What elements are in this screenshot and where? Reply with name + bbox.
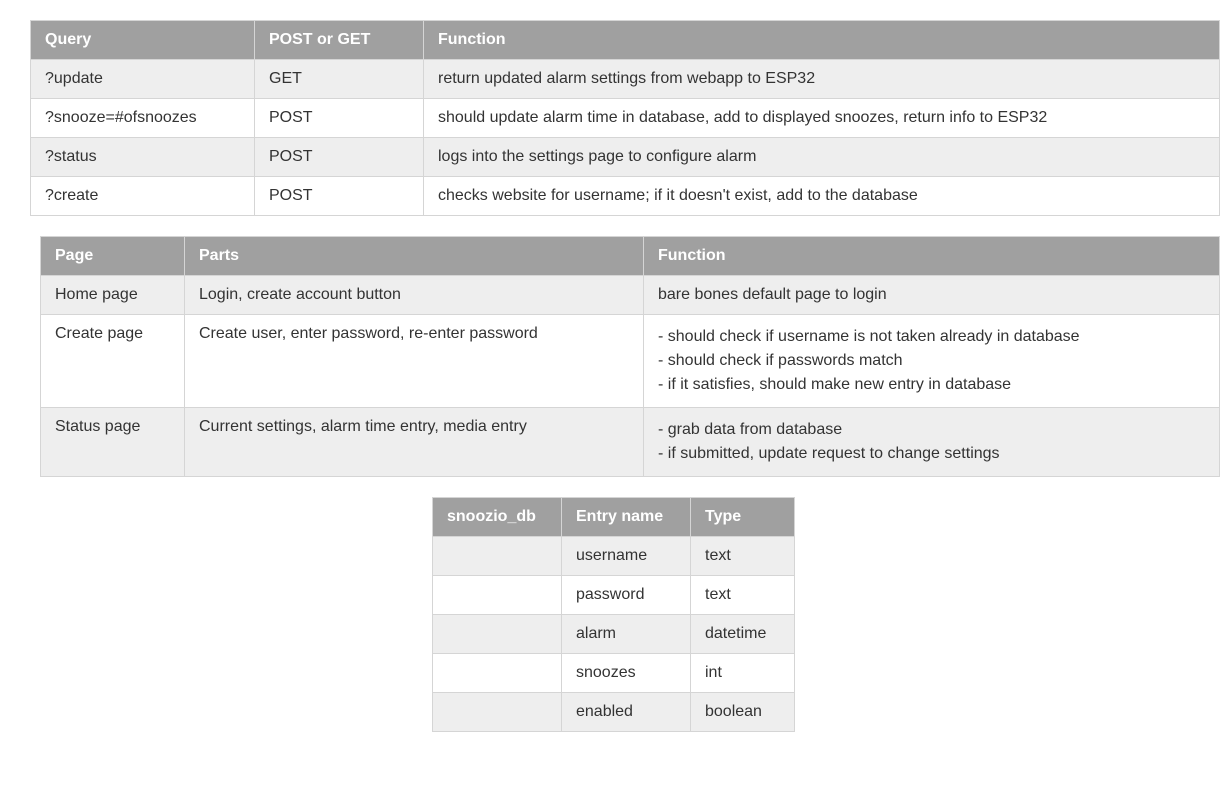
table-cell (433, 654, 562, 693)
table-cell: GET (255, 60, 424, 99)
table-cell: enabled (562, 693, 691, 732)
table-cell: datetime (691, 615, 795, 654)
table-cell: password (562, 576, 691, 615)
pages-table: Page Parts Function Home pageLogin, crea… (40, 236, 1220, 477)
table-cell (433, 693, 562, 732)
function-line: - should check if username is not taken … (658, 325, 1205, 349)
table-cell: logs into the settings page to configure… (424, 138, 1220, 177)
pages-body: Home pageLogin, create account buttonbar… (41, 276, 1220, 477)
table-cell (433, 615, 562, 654)
table-row: Status pageCurrent settings, alarm time … (41, 408, 1220, 477)
header-db: snoozio_db (433, 498, 562, 537)
table-row: ?snooze=#ofsnoozesPOSTshould update alar… (31, 99, 1220, 138)
table-row: enabledboolean (433, 693, 795, 732)
table-row: passwordtext (433, 576, 795, 615)
table-row: Create pageCreate user, enter password, … (41, 315, 1220, 408)
table-cell: snoozes (562, 654, 691, 693)
header-entry: Entry name (562, 498, 691, 537)
table-cell (433, 537, 562, 576)
table-cell: bare bones default page to login (644, 276, 1220, 315)
header-function: Function (424, 21, 1220, 60)
table-cell: Login, create account button (185, 276, 644, 315)
function-line: - grab data from database (658, 418, 1205, 442)
header-parts: Parts (185, 237, 644, 276)
table-row: ?updateGETreturn updated alarm settings … (31, 60, 1220, 99)
table-cell: return updated alarm settings from webap… (424, 60, 1220, 99)
queries-table: Query POST or GET Function ?updateGETret… (30, 20, 1220, 216)
table-cell: Current settings, alarm time entry, medi… (185, 408, 644, 477)
table-cell: checks website for username; if it doesn… (424, 177, 1220, 216)
header-type: Type (691, 498, 795, 537)
table-cell: ?snooze=#ofsnoozes (31, 99, 255, 138)
function-line: - if it satisfies, should make new entry… (658, 373, 1205, 397)
table-cell: should update alarm time in database, ad… (424, 99, 1220, 138)
table-cell: text (691, 576, 795, 615)
queries-body: ?updateGETreturn updated alarm settings … (31, 60, 1220, 216)
table-cell (433, 576, 562, 615)
table-cell: Status page (41, 408, 185, 477)
table-cell: - grab data from database- if submitted,… (644, 408, 1220, 477)
table-cell: Home page (41, 276, 185, 315)
table-cell: Create user, enter password, re-enter pa… (185, 315, 644, 408)
table-row: usernametext (433, 537, 795, 576)
header-method: POST or GET (255, 21, 424, 60)
table-row: alarmdatetime (433, 615, 795, 654)
table-row: ?statusPOSTlogs into the settings page t… (31, 138, 1220, 177)
table-cell: ?status (31, 138, 255, 177)
table-cell: - should check if username is not taken … (644, 315, 1220, 408)
table-cell: POST (255, 177, 424, 216)
table-cell: boolean (691, 693, 795, 732)
header-function: Function (644, 237, 1220, 276)
header-query: Query (31, 21, 255, 60)
table-cell: username (562, 537, 691, 576)
table-row: snoozesint (433, 654, 795, 693)
function-line: - should check if passwords match (658, 349, 1205, 373)
table-cell: ?create (31, 177, 255, 216)
table-cell: POST (255, 138, 424, 177)
table-cell: int (691, 654, 795, 693)
db-table: snoozio_db Entry name Type usernametextp… (432, 497, 795, 732)
table-cell: ?update (31, 60, 255, 99)
header-page: Page (41, 237, 185, 276)
table-cell: POST (255, 99, 424, 138)
table-row: Home pageLogin, create account buttonbar… (41, 276, 1220, 315)
table-cell: text (691, 537, 795, 576)
db-body: usernametextpasswordtextalarmdatetimesno… (433, 537, 795, 732)
table-row: ?createPOSTchecks website for username; … (31, 177, 1220, 216)
table-cell: alarm (562, 615, 691, 654)
table-cell: Create page (41, 315, 185, 408)
function-line: - if submitted, update request to change… (658, 442, 1205, 466)
